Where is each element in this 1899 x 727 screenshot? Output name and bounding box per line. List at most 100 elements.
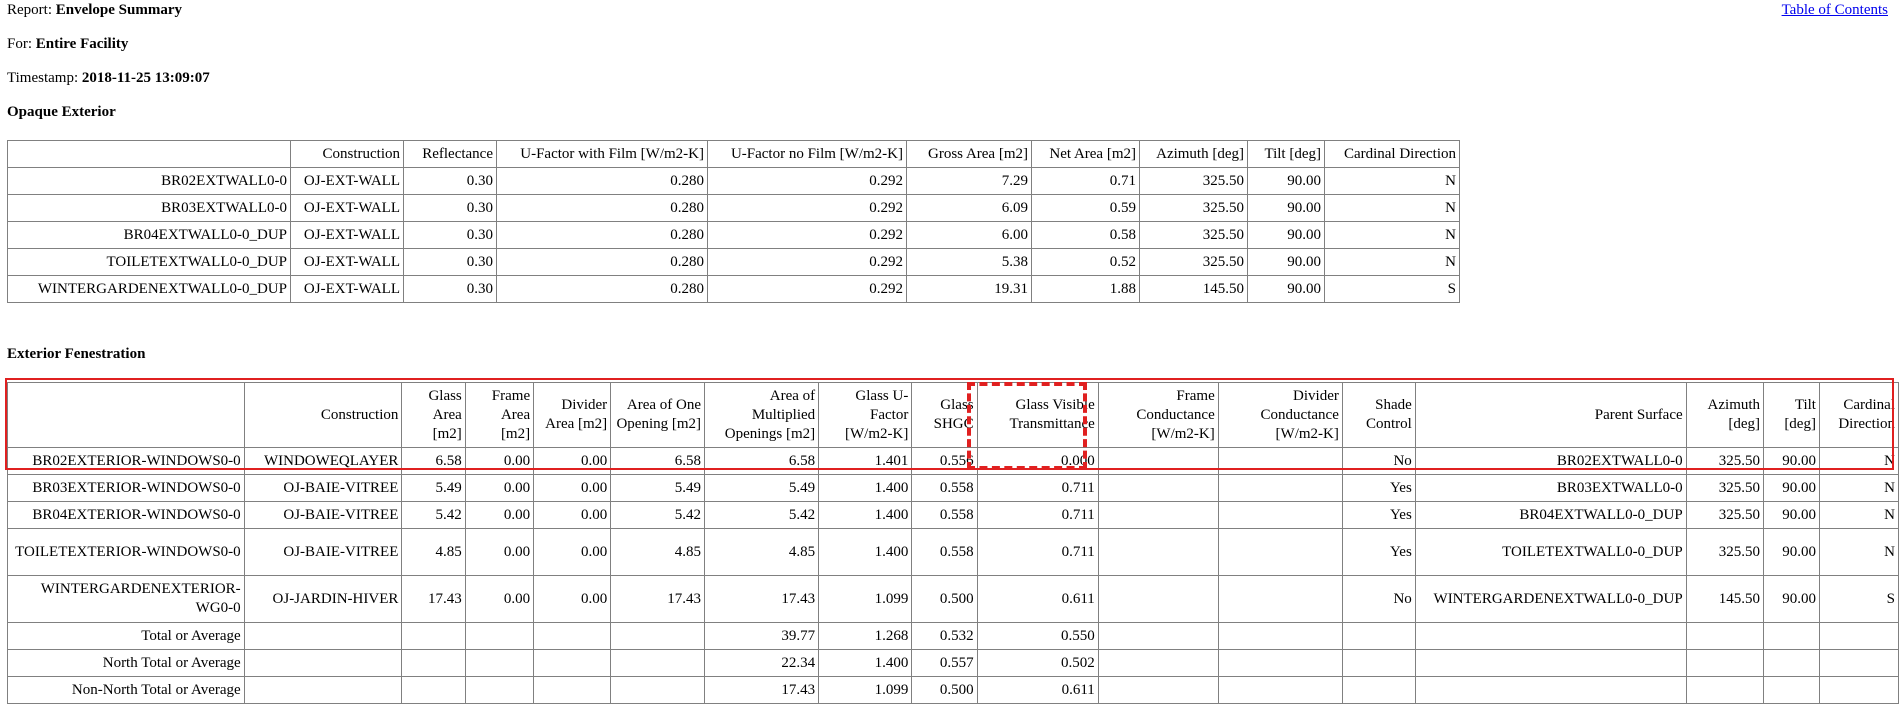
fenestration-cell: North Total or Average [7, 649, 245, 677]
fenestration-cell: 0.00 [533, 447, 612, 475]
fenestration-cell: 6.58 [704, 447, 820, 475]
fenestration-cell: OJ-BAIE-VITREE [243, 528, 403, 576]
fenestration-cell [1341, 649, 1416, 677]
fenestration-cell: BR03EXTWALL0-0 [1414, 474, 1687, 502]
fenestration-cell: 0.550 [976, 622, 1099, 650]
opaque-cell: BR04EXTWALL0-0_DUP [7, 221, 291, 249]
fenestration-cell: WINDOWEQLAYER [243, 447, 403, 475]
fenestration-cell: 6.58 [610, 447, 706, 475]
opaque-exterior-table: Construction Reflectance U-Factor with Fil… [7, 140, 1460, 303]
fenestration-cell: 5.42 [401, 501, 466, 529]
fenestration-cell [243, 649, 403, 677]
fenestration-cell [1818, 649, 1899, 677]
fenestration-cell: Yes [1341, 474, 1416, 502]
fenestration-cell [1414, 649, 1687, 677]
fenestration-cell [1217, 676, 1343, 704]
opaque-cell: 0.292 [707, 167, 907, 195]
fenestration-cell [533, 676, 612, 704]
fenestration-cell [1818, 676, 1899, 704]
fenestration-cell: OJ-BAIE-VITREE [243, 474, 403, 502]
fenestration-cell: 0.500 [911, 575, 978, 623]
opaque-header-cell: Tilt [deg] [1247, 140, 1325, 168]
opaque-cell: 0.292 [707, 248, 907, 276]
fenestration-cell: 6.58 [401, 447, 466, 475]
report-name: Envelope Summary [55, 2, 183, 18]
fenestration-cell: Non-North Total or Average [7, 676, 245, 704]
opaque-cell: 90.00 [1247, 194, 1325, 222]
fenestration-cell [1217, 528, 1343, 576]
fenestration-cell: 0.558 [911, 501, 978, 529]
fenestration-cell [1097, 575, 1219, 623]
fenestration-table-row: BR03EXTERIOR-WINDOWS0-0 OJ-BAIE-VITREE 5.4… [7, 474, 1899, 502]
fenestration-cell [1217, 447, 1343, 475]
fenestration-cell: 0.00 [464, 474, 535, 502]
fenestration-cell: 0.000 [976, 447, 1099, 475]
fenestration-cell: 17.43 [704, 676, 820, 704]
fenestration-cell: 1.099 [818, 575, 913, 623]
fenestration-header-cell: Frame Conductance [W/m2-K] [1097, 382, 1219, 448]
opaque-header-cell: U-Factor no Film [W/m2-K] [707, 140, 907, 168]
fenestration-header-cell: Area of Multiplied Openings [m2] [704, 382, 820, 448]
fenestration-cell: 1.401 [818, 447, 913, 475]
fenestration-cell: 1.400 [818, 474, 913, 502]
opaque-cell: N [1324, 194, 1460, 222]
fenestration-cell: 5.49 [401, 474, 466, 502]
fenestration-cell: No [1341, 447, 1416, 475]
fenestration-cell: 145.50 [1685, 575, 1765, 623]
opaque-cell: OJ-EXT-WALL [290, 275, 404, 303]
fenestration-header-cell: Divider Conductance [W/m2-K] [1217, 382, 1343, 448]
opaque-cell: TOILETEXTWALL0-0_DUP [7, 248, 291, 276]
fenestration-cell: 0.611 [976, 676, 1099, 704]
fenestration-cell: TOILETEXTERIOR-WINDOWS0-0 [7, 528, 245, 576]
fenestration-cell [1414, 622, 1687, 650]
fenestration-cell [610, 622, 706, 650]
fenestration-cell [1217, 575, 1343, 623]
report-name-line: Report: Envelope Summary [7, 2, 182, 19]
opaque-cell: 0.52 [1031, 248, 1140, 276]
opaque-cell: 0.30 [403, 275, 497, 303]
fenestration-cell: BR02EXTWALL0-0 [1414, 447, 1687, 475]
fenestration-cell: N [1818, 528, 1899, 576]
opaque-table-row: BR03EXTWALL0-0 OJ-EXT-WALL 0.30 0.280 0.292 6… [7, 194, 1460, 222]
fenestration-table-row: TOILETEXTERIOR-WINDOWS0-0 OJ-BAIE-VITREE 4… [7, 528, 1899, 576]
fenestration-cell: 4.85 [401, 528, 466, 576]
fenestration-cell: 0.711 [976, 474, 1099, 502]
fenestration-cell [1097, 447, 1219, 475]
for-value: Entire Facility [35, 36, 129, 52]
fenestration-table-row: BR02EXTERIOR-WINDOWS0-0 WINDOWEQLAYER 6.58… [7, 447, 1899, 475]
fenestration-cell [401, 649, 466, 677]
opaque-cell: 6.00 [906, 221, 1032, 249]
opaque-cell: 0.292 [707, 221, 907, 249]
fenestration-cell: No [1341, 575, 1416, 623]
fenestration-table-row: Non-North Total or Average 17.43 1.099 0.50… [7, 676, 1899, 704]
opaque-cell: 325.50 [1139, 194, 1248, 222]
fenestration-header-cell: Shade Control [1341, 382, 1416, 448]
fenestration-cell [1341, 676, 1416, 704]
fenestration-cell: 0.00 [533, 501, 612, 529]
fenestration-header-cell: Cardinal Direction [1818, 382, 1899, 448]
fenestration-header-cell: Glass Visible Transmittance [976, 382, 1099, 448]
fenestration-cell: BR03EXTERIOR-WINDOWS0-0 [7, 474, 245, 502]
opaque-table-row: BR04EXTWALL0-0_DUP OJ-EXT-WALL 0.30 0.280 0.… [7, 221, 1460, 249]
opaque-cell: BR02EXTWALL0-0 [7, 167, 291, 195]
opaque-cell: 90.00 [1247, 167, 1325, 195]
opaque-header-cell: Construction [290, 140, 404, 168]
fenestration-cell: 0.00 [533, 474, 612, 502]
opaque-cell: OJ-EXT-WALL [290, 194, 404, 222]
fenestration-cell [533, 649, 612, 677]
fenestration-cell [1097, 622, 1219, 650]
fenestration-header-cell: Azimuth [deg] [1685, 382, 1765, 448]
fenestration-cell: 325.50 [1685, 528, 1765, 576]
fenestration-cell: 17.43 [401, 575, 466, 623]
table-of-contents-link[interactable]: Table of Contents [1782, 2, 1888, 19]
for-label: For: [7, 36, 33, 52]
opaque-table-row: WINTERGARDENEXTWALL0-0_DUP OJ-EXT-WALL 0.3… [7, 275, 1460, 303]
fenestration-header-cell: Construction [243, 382, 403, 448]
fenestration-cell [1685, 649, 1765, 677]
fenestration-cell [1763, 649, 1820, 677]
fenestration-cell: N [1818, 474, 1899, 502]
exterior-fenestration-table: Construction Glass Area [m2] Frame Area [m… [7, 382, 1899, 704]
fenestration-cell [1685, 676, 1765, 704]
fenestration-cell: 0.711 [976, 528, 1099, 576]
opaque-cell: 7.29 [906, 167, 1032, 195]
